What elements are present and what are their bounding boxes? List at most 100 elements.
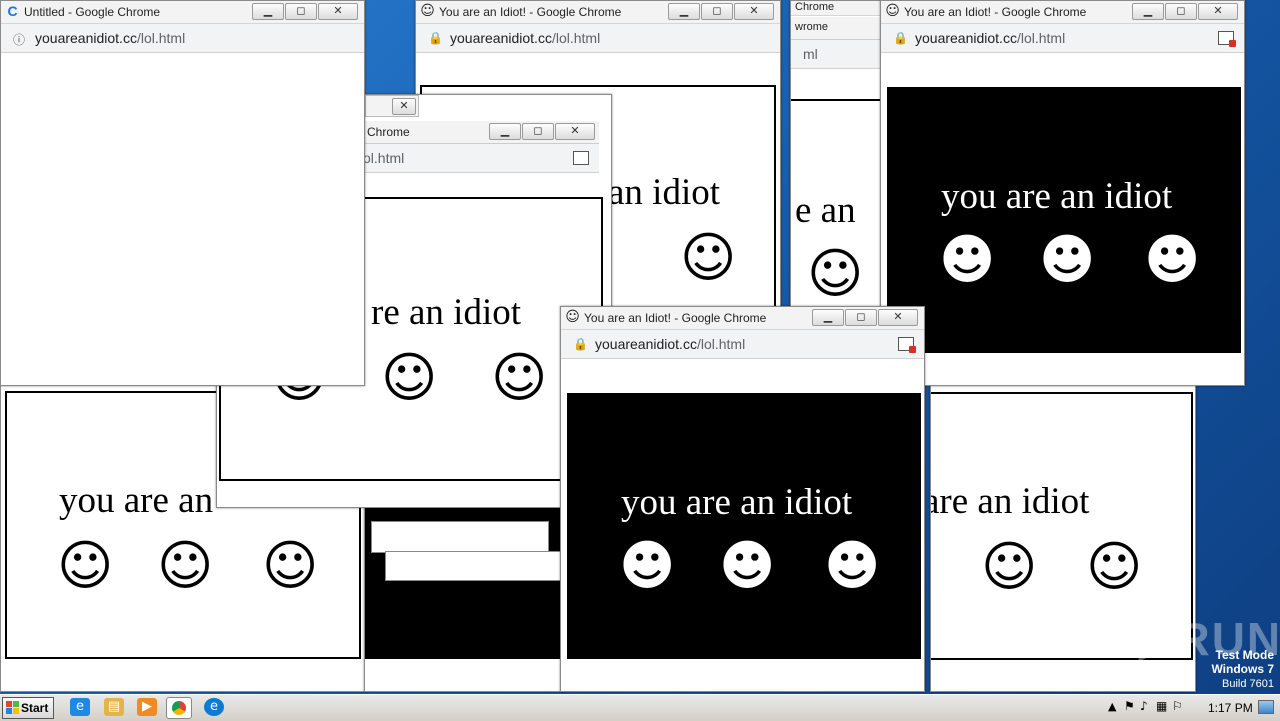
titlebar[interactable]: Chrome xyxy=(791,1,883,16)
smiley-icon: ☻ xyxy=(824,534,881,597)
titlebar-fragment: ✕ xyxy=(365,95,419,117)
smiley-icon: ☻ xyxy=(619,534,676,597)
idiot-phrase: e an xyxy=(795,190,856,231)
build-label: Build 7601 xyxy=(1222,678,1274,690)
page-content-blank xyxy=(1,53,364,385)
url-text[interactable]: youareanidiot.cc/lol.html xyxy=(915,30,1065,46)
idiot-panel-dark: you are an idiot ☻ ☻ ☻ xyxy=(887,87,1241,353)
edge-icon[interactable]: e xyxy=(204,698,224,716)
titlebar[interactable]: Chrome ▁ ◻ ✕ xyxy=(363,121,599,144)
popup-blocked-icon[interactable] xyxy=(1218,31,1236,47)
address-bar[interactable]: ⓘ youareanidiot.cc/lol.html xyxy=(1,24,364,53)
url-text: ml xyxy=(803,46,818,62)
close-button[interactable]: ✕ xyxy=(392,98,416,115)
url-text[interactable]: youareanidiot.cc/lol.html xyxy=(450,30,600,46)
maximize-button[interactable]: ◻ xyxy=(285,3,317,20)
lock-icon: 🔒 xyxy=(893,31,908,45)
popup-blocked-icon[interactable] xyxy=(573,151,589,165)
window-title: You are an Idiot! - Google Chrome xyxy=(439,5,622,19)
minimize-button[interactable]: ▁ xyxy=(1132,3,1164,20)
action-center-icon[interactable]: ⚑ xyxy=(1124,699,1135,713)
idiot-phrase: you are an idiot xyxy=(941,176,1173,217)
taskbar: Start e ▤ ▶ e ▲ ⚑ ♪ ▦ ⚐ 1:17 PM xyxy=(0,694,1280,721)
maximize-button[interactable]: ◻ xyxy=(522,123,554,140)
smiley-icon: ☺ xyxy=(680,226,737,289)
window-title: Chrome xyxy=(795,1,835,13)
window-title: You are an Idiot! - Google Chrome xyxy=(904,5,1087,19)
browser-window-top-right[interactable]: ☺ You are an Idiot! - Google Chrome ▁ ◻ … xyxy=(880,0,1245,386)
idiot-phrase: an idiot xyxy=(608,172,721,213)
smiley-icon: ☺ xyxy=(57,534,114,597)
address-bar[interactable]: 🔒 youareanidiot.cc/lol.html xyxy=(881,24,1244,53)
smiley-icon: ☺ xyxy=(381,346,438,409)
close-button[interactable]: ✕ xyxy=(878,309,918,326)
address-bar[interactable]: ml xyxy=(791,40,883,69)
internet-explorer-icon[interactable]: e xyxy=(70,698,90,716)
minimize-button[interactable]: ▁ xyxy=(668,3,700,20)
smiley-icon: ☺ xyxy=(491,346,548,409)
browser-window-untitled[interactable]: C Untitled - Google Chrome ▁ ◻ ✕ ⓘ youar… xyxy=(0,0,365,386)
close-button[interactable]: ✕ xyxy=(734,3,774,20)
window-frame-fragment xyxy=(385,551,563,581)
close-button[interactable]: ✕ xyxy=(318,3,358,20)
smiley-icon: ☻ xyxy=(1144,228,1201,291)
smiley-icon: ☻ xyxy=(719,534,776,597)
url-text[interactable]: youareanidiot.cc/lol.html xyxy=(35,30,185,46)
url-text[interactable]: youareanidiot.cc/lol.html xyxy=(595,336,745,352)
start-button[interactable]: Start xyxy=(2,697,54,719)
tray-expand-icon[interactable]: ▲ xyxy=(1108,700,1116,713)
page-content: you are an idiot ☻ ☻ ☻ xyxy=(881,53,1244,385)
titlebar[interactable]: C Untitled - Google Chrome ▁ ◻ ✕ xyxy=(1,1,364,24)
address-bar[interactable]: 🔒 youareanidiot.cc/lol.html xyxy=(416,24,780,53)
start-label: Start xyxy=(21,701,49,715)
media-player-icon[interactable]: ▶ xyxy=(137,698,157,716)
titlebar[interactable]: ☺ You are an Idiot! - Google Chrome ▁ ◻ … xyxy=(561,307,924,330)
url-text[interactable]: ol.html xyxy=(363,150,404,166)
show-desktop-button[interactable] xyxy=(1258,700,1274,714)
address-bar[interactable]: ol.html xyxy=(363,144,599,173)
chrome-icon[interactable] xyxy=(166,697,192,719)
system-tray: ▲ ⚑ ♪ ▦ ⚐ 1:17 PM xyxy=(1106,695,1280,721)
smiley-favicon-icon: ☺ xyxy=(565,309,580,325)
idiot-phrase: re an idiot xyxy=(371,292,522,333)
titlebar[interactable]: ☺ You are an Idiot! - Google Chrome ▁ ◻ … xyxy=(416,1,780,24)
close-button[interactable]: ✕ xyxy=(555,123,595,140)
smiley-icon: ☺ xyxy=(262,534,319,597)
close-button[interactable]: ✕ xyxy=(1198,3,1238,20)
loading-spinner-icon: C xyxy=(7,3,18,19)
volume-icon[interactable]: ♪ xyxy=(1140,699,1148,713)
idiot-phrase: are an idiot xyxy=(930,481,1090,522)
info-icon[interactable]: ⓘ xyxy=(13,31,25,48)
window-title: wrome xyxy=(795,21,829,33)
browser-window-narrow[interactable]: Chrome wrome ml e an ☺ xyxy=(790,0,884,312)
file-explorer-icon[interactable]: ▤ xyxy=(104,698,124,716)
windows-flag-icon xyxy=(6,701,19,714)
maximize-button[interactable]: ◻ xyxy=(701,3,733,20)
window-frame-fragment xyxy=(371,521,549,553)
titlebar[interactable]: wrome xyxy=(791,17,883,40)
minimize-button[interactable]: ▁ xyxy=(812,309,844,326)
popup-blocked-icon[interactable] xyxy=(898,337,916,353)
maximize-button[interactable]: ◻ xyxy=(845,309,877,326)
browser-window-front[interactable]: ☺ You are an Idiot! - Google Chrome ▁ ◻ … xyxy=(560,306,925,692)
flag-icon[interactable]: ⚐ xyxy=(1172,699,1183,713)
idiot-panel: e an ☺ xyxy=(791,99,883,311)
lock-icon: 🔒 xyxy=(573,337,588,351)
window-title: You are an Idiot! - Google Chrome xyxy=(584,311,767,325)
smiley-icon: ☺ xyxy=(157,534,214,597)
windows-version-label: Windows 7 xyxy=(1211,662,1274,676)
smiley-favicon-icon: ☺ xyxy=(420,3,435,19)
smiley-icon: ☺ xyxy=(1086,535,1143,598)
minimize-button[interactable]: ▁ xyxy=(252,3,284,20)
titlebar[interactable]: ☺ You are an Idiot! - Google Chrome ▁ ◻ … xyxy=(881,1,1244,24)
browser-window-back-middle[interactable] xyxy=(364,490,566,692)
minimize-button[interactable]: ▁ xyxy=(489,123,521,140)
smiley-icon: ☻ xyxy=(939,228,996,291)
network-icon[interactable]: ▦ xyxy=(1156,699,1167,713)
test-mode-label: Test Mode xyxy=(1215,648,1274,662)
smiley-icon: ☺ xyxy=(807,242,864,305)
maximize-button[interactable]: ◻ xyxy=(1165,3,1197,20)
address-bar[interactable]: 🔒 youareanidiot.cc/lol.html xyxy=(561,330,924,359)
window-title: Untitled - Google Chrome xyxy=(24,5,161,19)
clock[interactable]: 1:17 PM xyxy=(1208,701,1253,715)
